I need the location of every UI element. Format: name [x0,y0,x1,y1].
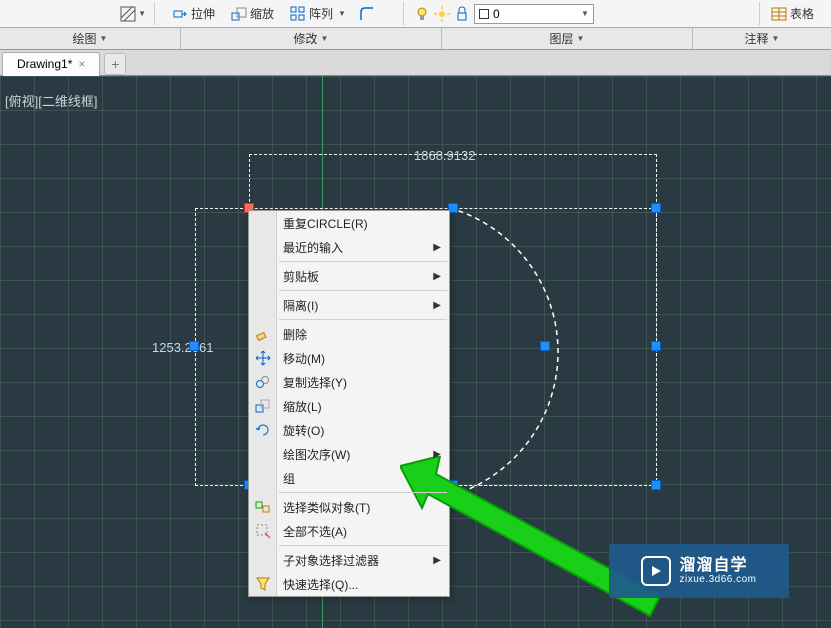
ctx-clipboard[interactable]: 剪贴板▶ [249,264,449,288]
view-label[interactable]: [俯视][二维线框] [2,90,100,111]
panel-modify[interactable]: 修改▼ [181,28,441,49]
layer-value: 0 [493,7,500,21]
chevron-right-icon: ▶ [433,300,441,311]
scale-icon [255,398,271,414]
ctx-rotate[interactable]: 旋转(O) [249,418,449,442]
grip[interactable] [651,341,661,351]
deselect-icon [255,523,271,539]
sun-icon[interactable] [434,6,450,22]
erase-icon [255,326,271,342]
copy-icon [255,374,271,390]
stretch-label: 拉伸 [191,5,215,22]
badge-title: 溜溜自学 [679,557,756,575]
ctx-quick-select[interactable]: 快速选择(Q)... [249,572,449,596]
chevron-right-icon: ▶ [433,242,441,253]
ctx-subobject-filter[interactable]: 子对象选择过滤器▶ [249,548,449,572]
scale-icon [231,6,247,22]
select-similar-icon [255,499,271,515]
dim-width: 1868.9132 [414,148,475,163]
stretch-button[interactable]: 拉伸 [165,2,222,25]
hatch-icon[interactable] [120,6,136,22]
ctx-isolate[interactable]: 隔离(I)▶ [249,293,449,317]
grip[interactable] [189,341,199,351]
ctx-repeat[interactable]: 重复CIRCLE(R) [249,211,449,235]
grip[interactable] [651,203,661,213]
ctx-delete[interactable]: 删除 [249,322,449,346]
context-menu: 重复CIRCLE(R) 最近的输入▶ 剪贴板▶ 隔离(I)▶ 删除 移动(M) … [248,210,450,597]
panel-annotate[interactable]: 注释▼ [693,28,831,49]
chevron-right-icon: ▶ [433,449,441,460]
fillet-button[interactable] [355,3,379,25]
play-icon [641,556,671,586]
close-icon[interactable]: × [78,57,85,71]
ctx-select-similar[interactable]: 选择类似对象(T) [249,495,449,519]
table-icon [771,6,787,22]
lock-icon[interactable] [454,6,470,22]
panel-layers[interactable]: 图层▼ [442,28,692,49]
scale-label: 缩放 [250,5,274,22]
scale-button[interactable]: 缩放 [224,2,281,25]
grip[interactable] [540,341,550,351]
chevron-right-icon: ▶ [433,271,441,282]
ctx-deselect-all[interactable]: 全部不选(A) [249,519,449,543]
drawing-canvas[interactable]: // placeholder – grid drawn below via ge… [0,76,831,628]
ctx-scale[interactable]: 缩放(L) [249,394,449,418]
qselect-icon [255,576,271,592]
array-label: 阵列 [309,5,333,22]
dim-height: 1253.2061 [152,340,213,355]
fillet-icon [359,6,375,22]
tab-label: Drawing1* [17,57,72,71]
chevron-right-icon: ▶ [433,555,441,566]
bulb-off-icon[interactable] [414,6,430,22]
table-button[interactable]: 表格 [764,0,821,27]
rotate-icon [255,422,271,438]
chevron-down-icon: ▼ [581,9,589,18]
tab-drawing1[interactable]: Drawing1* × [2,52,100,76]
panel-draw[interactable]: 绘图▼ [0,28,180,49]
array-button[interactable]: 阵列▼ [283,2,353,25]
ctx-move[interactable]: 移动(M) [249,346,449,370]
badge-url: zixue.3d66.com [679,574,756,585]
grip[interactable] [651,480,661,490]
ctx-draw-order[interactable]: 绘图次序(W)▶ [249,442,449,466]
ctx-recent-input[interactable]: 最近的输入▶ [249,235,449,259]
move-icon [255,350,271,366]
table-label: 表格 [790,5,814,22]
layer-combo[interactable]: 0 ▼ [474,4,594,24]
tab-add-button[interactable]: + [104,53,126,75]
watermark-badge: 溜溜自学 zixue.3d66.com [609,544,789,598]
ctx-copy-selection[interactable]: 复制选择(Y) [249,370,449,394]
ctx-group[interactable]: 组 [249,466,449,490]
array-icon [290,6,306,22]
stretch-icon [172,6,188,22]
